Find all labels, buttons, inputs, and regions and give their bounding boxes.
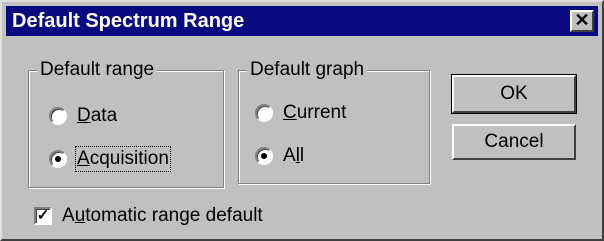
close-button[interactable]: ✕ <box>570 10 594 32</box>
title-bar[interactable]: Default Spectrum Range ✕ <box>6 6 598 36</box>
radio-current-button[interactable] <box>255 104 273 122</box>
radio-current[interactable]: Current <box>255 102 346 124</box>
check-icon: ✓ <box>36 207 50 224</box>
radio-acquisition[interactable]: Acquisition <box>49 146 171 172</box>
ok-button-label: OK <box>500 83 528 104</box>
radio-data-button[interactable] <box>49 107 67 125</box>
radio-all-label: All <box>283 145 305 166</box>
automatic-range-default-label: Automatic range default <box>62 205 263 226</box>
automatic-range-default-checkbox[interactable]: ✓ <box>34 207 52 225</box>
close-icon: ✕ <box>574 10 590 30</box>
radio-data[interactable]: Data <box>49 105 117 127</box>
ok-button[interactable]: OK <box>451 74 577 114</box>
radio-all-button[interactable] <box>255 147 273 165</box>
radio-all[interactable]: All <box>255 145 304 167</box>
radio-data-label: Data <box>77 105 118 126</box>
default-range-legend: Default range <box>37 58 158 82</box>
radio-current-label: Current <box>283 102 347 123</box>
default-graph-group: Default graph Current All <box>238 58 430 184</box>
cancel-button-label: Cancel <box>484 131 544 152</box>
default-graph-legend: Default graph <box>247 58 368 82</box>
automatic-range-default-checkbox-row[interactable]: ✓ Automatic range default <box>34 205 263 227</box>
cancel-button[interactable]: Cancel <box>452 124 576 160</box>
default-spectrum-range-dialog: Default Spectrum Range ✕ Default range D… <box>0 0 604 241</box>
default-range-group: Default range Data Acquisition <box>28 58 224 188</box>
dialog-title: Default Spectrum Range <box>12 10 245 32</box>
radio-acquisition-label: Acquisition <box>75 146 171 172</box>
radio-acquisition-button[interactable] <box>49 150 67 168</box>
